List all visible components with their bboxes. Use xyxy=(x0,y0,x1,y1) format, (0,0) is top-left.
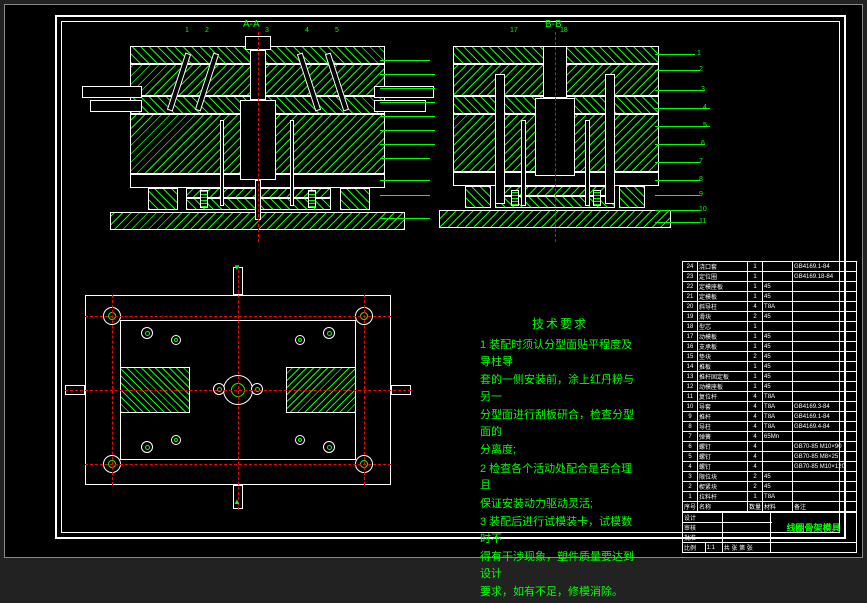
bom-row: 3限位块245 xyxy=(683,472,857,482)
bom-row: 8导柱4T8AGB4169.4-84 xyxy=(683,422,857,432)
bom-row: 2楔紧块245 xyxy=(683,482,857,492)
leader-num: 4 xyxy=(703,104,707,111)
bom-and-titleblock: 24浇口套1GB4169.1-8423定位圈1GB4169.18-8422定模座… xyxy=(682,261,857,553)
bom-row: 19滑块245 xyxy=(683,312,857,322)
note-line: 套的一侧安装前，涂上红丹粉与另一 xyxy=(480,372,640,405)
note-line: 分型面进行刮板研合，检查分型面的 xyxy=(480,407,640,440)
note-line: 要求，如有不足，修模消除。 xyxy=(480,584,640,601)
bom-row: 20斜导柱4T8A xyxy=(683,302,857,312)
bom-row: 5螺钉4GB70-85 M8×25 xyxy=(683,452,857,462)
bom-row: 22定模座板145 xyxy=(683,282,857,292)
drawing-title: 线圈骨架模具 xyxy=(771,513,857,543)
bom-row: 15垫块245 xyxy=(683,352,857,362)
bom-row: 17动模板145 xyxy=(683,332,857,342)
leader-num: 2 xyxy=(205,27,209,34)
leader-num: 3 xyxy=(701,86,705,93)
bom-row: 10导套4T8AGB4169.3-84 xyxy=(683,402,857,412)
bom-row: 1拉料杆1T8A xyxy=(683,492,857,502)
tb-sheet: 共 张 第 张 xyxy=(722,543,770,553)
leader-num: 10 xyxy=(699,206,707,213)
bom-row: 11复位杆4T8A xyxy=(683,392,857,402)
bom-table: 24浇口套1GB4169.1-8423定位圈1GB4169.18-8422定模座… xyxy=(682,261,857,512)
bom-row: 9推杆4T8AGB4169.1-84 xyxy=(683,412,857,422)
bom-header-row: 序号名称数量材料备注 xyxy=(683,502,857,512)
leader-num: 5 xyxy=(335,27,339,34)
bom-row: 6螺钉4GB70-85 M10×90 xyxy=(683,442,857,452)
note-line: 3 装配后进行试模装卡，试模数时不 xyxy=(480,514,640,547)
bom-row: 12动模座板145 xyxy=(683,382,857,392)
leader-num: 8 xyxy=(699,176,703,183)
plan-view: ▼ ▲ xyxy=(65,265,410,510)
leader-num: 17 xyxy=(510,27,518,34)
leader-num: 3 xyxy=(265,27,269,34)
note-line: 2 检查各个活动处配合是否合理且 xyxy=(480,461,640,494)
bom-row: 16支承板145 xyxy=(683,342,857,352)
note-line: 得有干涉现象，塑件质量要达到设计 xyxy=(480,549,640,582)
tb-check-label: 审核 xyxy=(683,523,723,533)
bom-row: 7弹簧465Mn xyxy=(683,432,857,442)
technical-requirements: 技术要求 1 装配时须认分型面贴平程度及导柱导 套的一侧安装前，涂上红丹粉与另一… xyxy=(480,315,640,603)
cad-canvas: A-A xyxy=(4,4,863,558)
leader-num: 2 xyxy=(699,66,703,73)
title-block: 设计 线圈骨架模具 审核 批准 比例 1:1 共 张 第 张 xyxy=(682,512,857,553)
tb-scale-value: 1:1 xyxy=(705,543,722,553)
leader-num: 18 xyxy=(560,27,568,34)
tb-design-label: 设计 xyxy=(683,513,723,523)
leader-num: 5 xyxy=(703,122,707,129)
leader-num: 1 xyxy=(185,27,189,34)
leader-num: 1 xyxy=(697,50,701,57)
section-view-a xyxy=(100,40,415,250)
bom-row: 21定模板145 xyxy=(683,292,857,302)
note-line: 保证安装动力驱动灵活; xyxy=(480,496,640,513)
section-view-b xyxy=(435,40,675,250)
leader-num: 4 xyxy=(305,27,309,34)
bom-row: 23定位圈1GB4169.18-84 xyxy=(683,272,857,282)
bom-row: 4螺钉4GB70-85 M10×120 xyxy=(683,462,857,472)
notes-title: 技术要求 xyxy=(480,315,640,333)
bom-row: 24浇口套1GB4169.1-84 xyxy=(683,262,857,272)
leader-num: 11 xyxy=(699,218,706,225)
leader-num: 7 xyxy=(699,158,703,165)
bom-row: 18型芯1 xyxy=(683,322,857,332)
section-label-a: A-A xyxy=(243,19,260,30)
leader-num: 6 xyxy=(701,140,705,147)
bom-row: 14推板145 xyxy=(683,362,857,372)
note-line: 分离度; xyxy=(480,442,640,459)
leader-num: 9 xyxy=(699,191,703,198)
note-line: 1 装配时须认分型面贴平程度及导柱导 xyxy=(480,337,640,370)
bom-row: 13推杆固定板145 xyxy=(683,372,857,382)
tb-scale-label: 比例 xyxy=(683,543,706,553)
tb-approve-label: 批准 xyxy=(683,533,723,543)
